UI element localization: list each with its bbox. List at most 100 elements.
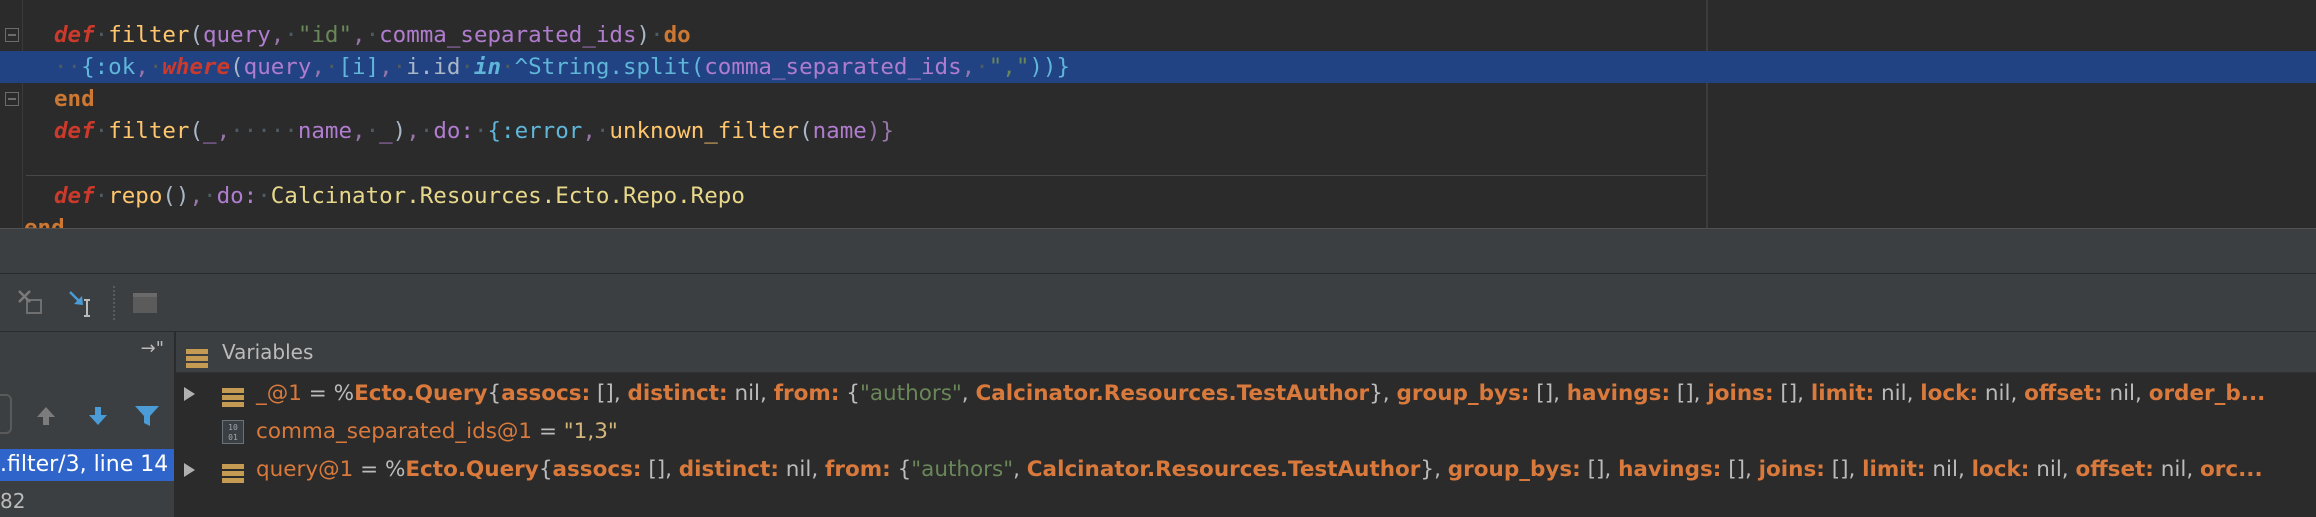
frame-label: 82: [0, 489, 26, 513]
panel-splitter[interactable]: [0, 228, 2316, 274]
field-value: [],: [1670, 381, 1708, 406]
frame-label: .filter/3, line 14: [0, 452, 169, 477]
arg-name: name: [812, 118, 867, 144]
call-split: .split(: [609, 54, 705, 80]
arg-ids: comma_separated_ids: [704, 54, 962, 80]
keyword-def: def: [54, 22, 95, 48]
field-key: lock:: [1971, 457, 2030, 482]
field-value: },: [1420, 457, 1448, 482]
code-line-1[interactable]: def·filter(query,·"id",·comma_separated_…: [0, 19, 2316, 51]
param-ids: comma_separated_ids: [379, 22, 637, 48]
equals-sign: =: [301, 381, 334, 406]
code-line-6[interactable]: end: [0, 212, 2316, 228]
binding-list: [i]: [338, 54, 380, 80]
field-value: [],: [641, 457, 679, 482]
keyword-end: end: [54, 86, 95, 112]
field-key: group_bys:: [1396, 381, 1530, 406]
stop-icon[interactable]: [130, 288, 160, 318]
field-value-module: Calcinator.Resources.TestAuthor: [975, 381, 1370, 406]
brace: {: [487, 381, 502, 406]
equals-sign: =: [353, 457, 385, 482]
param-underscore: _: [203, 118, 217, 144]
closing-brackets: )}: [866, 118, 894, 144]
field-key: assocs:: [552, 457, 642, 482]
arrow-down-icon[interactable]: [86, 404, 110, 432]
variable-row[interactable]: 10 01 comma_separated_ids@1 = "1,3": [176, 414, 2316, 450]
svg-text:10: 10: [228, 423, 238, 432]
field-key: joins:: [1707, 381, 1774, 406]
equals-sign: =: [532, 419, 564, 444]
function-name: filter: [108, 118, 190, 144]
expand-arrow-icon[interactable]: [184, 463, 195, 477]
field-key: joins:: [1758, 457, 1825, 482]
field-value-string: "authors": [859, 381, 962, 406]
variables-title: Variables: [222, 340, 314, 364]
keyword-do-colon: do:: [216, 183, 258, 209]
method-separator: [26, 175, 1706, 176]
frame-item-selected[interactable]: .filter/3, line 14: [0, 449, 174, 481]
fold-end-icon[interactable]: [5, 92, 19, 106]
fold-collapse-icon[interactable]: [5, 28, 19, 42]
code-line-3[interactable]: end: [0, 83, 2316, 115]
clear-breakpoints-icon[interactable]: [16, 288, 46, 318]
field-key: offset:: [2075, 457, 2154, 482]
struct-module: Ecto.Query: [405, 457, 539, 482]
variable-name: comma_separated_ids@1: [256, 419, 533, 444]
function-name: filter: [108, 22, 190, 48]
variables-panel: Variables _@1 = %Ecto.Query{assocs: [], …: [176, 332, 2316, 517]
frames-toolbar: [0, 394, 174, 438]
struct-sigil: %: [384, 457, 406, 482]
field-value: [],: [590, 381, 628, 406]
frames-header: →": [0, 332, 174, 372]
pin-operator: ^: [514, 54, 529, 80]
field-value-string: "authors": [911, 457, 1014, 482]
field-key: orc...: [2200, 457, 2263, 482]
code-line-2-selected[interactable]: ··{:ok,·where(query,·[i],·i.id·in·^Strin…: [0, 51, 2316, 83]
code-editor[interactable]: def·filter(query,·"id",·comma_separated_…: [0, 0, 2316, 228]
param-query: query: [203, 22, 271, 48]
field-key: havings:: [1566, 381, 1671, 406]
keyword-end: end: [24, 215, 65, 228]
field-key: limit:: [1862, 457, 1926, 482]
frame-item[interactable]: 82: [0, 486, 25, 516]
variable-name: _@1: [256, 381, 302, 406]
struct-icon: [222, 460, 244, 496]
field-key: distinct:: [627, 381, 728, 406]
field-value: },: [1369, 381, 1397, 406]
debugger-panels: →" .filter/3, line 14 82 Variables _@1 =…: [0, 331, 2316, 517]
field-value: [],: [1580, 457, 1619, 482]
variables-header: Variables: [176, 332, 2316, 373]
field-value: [],: [1773, 381, 1811, 406]
string-literal: "id": [297, 22, 353, 48]
code-line-5[interactable]: def·repo(),·do:·Calcinator.Resources.Ect…: [0, 180, 2316, 212]
field-value: [],: [1824, 457, 1863, 482]
variable-value: "1,3": [563, 419, 618, 444]
keyword-do-colon: do:: [433, 118, 474, 144]
field-key: offset:: [2024, 381, 2103, 406]
param-underscore: _: [379, 118, 393, 144]
field-value: {: [890, 457, 912, 482]
filter-icon[interactable]: [134, 404, 160, 432]
field-value: nil,: [2029, 457, 2076, 482]
step-into-cursor-icon[interactable]: [66, 288, 96, 318]
field-key: distinct:: [678, 457, 779, 482]
code-line-4[interactable]: def·filter(_,·····name,·_),·do:·{:error,…: [0, 115, 2316, 147]
frames-panel: →" .filter/3, line 14 82: [0, 332, 176, 517]
module-string: String: [528, 54, 610, 80]
atom-error: {:error: [487, 118, 583, 144]
variable-row[interactable]: _@1 = %Ecto.Query{assocs: [], distinct: …: [176, 376, 2316, 412]
field-value: [],: [1529, 381, 1567, 406]
closing-brackets: ))}: [1029, 54, 1071, 80]
variable-name: query@1: [256, 457, 354, 482]
field-value: ,: [961, 381, 976, 406]
arrow-up-icon[interactable]: [34, 404, 58, 432]
expand-arrow-icon[interactable]: [184, 387, 195, 401]
field-key: lock:: [1920, 381, 1979, 406]
field-value: nil,: [1925, 457, 1972, 482]
variable-row[interactable]: query@1 = %Ecto.Query { assocs: [], distin…: [176, 452, 2316, 488]
toolbar-separator: [113, 286, 116, 320]
pin-tab-icon[interactable]: →": [141, 338, 164, 359]
field-key: from:: [825, 457, 891, 482]
binary-value-icon: 10 01: [222, 420, 244, 456]
field-key: havings:: [1618, 457, 1722, 482]
